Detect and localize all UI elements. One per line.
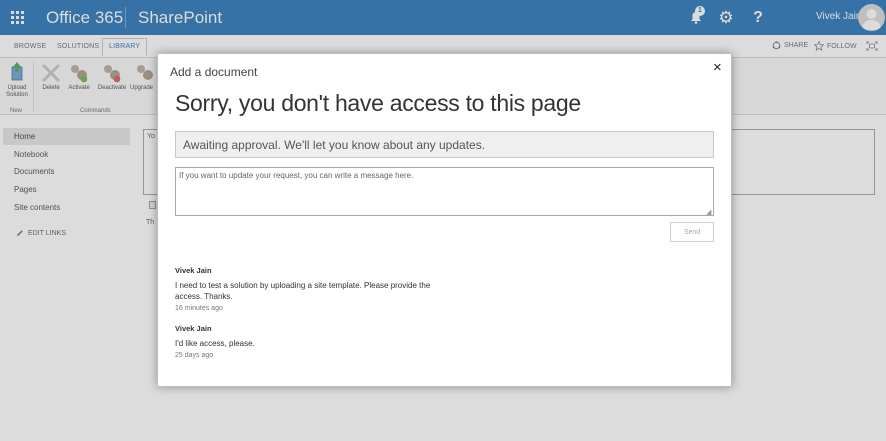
comment-author: Vivek Jain [175, 324, 212, 333]
comment-timestamp: 16 minutes ago [175, 305, 223, 312]
comment-author: Vivek Jain [175, 266, 212, 275]
dialog-title: Add a document [170, 65, 258, 79]
comment-text: I need to test a solution by uploading a… [175, 281, 431, 301]
comment-item: Vivek Jain I'd like access, please. 25 d… [175, 324, 465, 359]
comment-item: Vivek Jain I need to test a solution by … [175, 266, 465, 312]
comment-text: I'd like access, please. [175, 339, 255, 348]
access-denied-heading: Sorry, you don't have access to this pag… [175, 90, 581, 116]
request-status-box: Awaiting approval. We'll let you know ab… [175, 131, 714, 158]
send-button[interactable]: Send [670, 222, 714, 242]
add-document-dialog: Add a document × Sorry, you don't have a… [157, 53, 732, 387]
comment-timestamp: 25 days ago [175, 352, 214, 359]
resize-grip-icon[interactable]: ◢ [706, 208, 711, 216]
close-icon[interactable]: × [713, 59, 722, 76]
request-message-field[interactable] [175, 167, 714, 216]
